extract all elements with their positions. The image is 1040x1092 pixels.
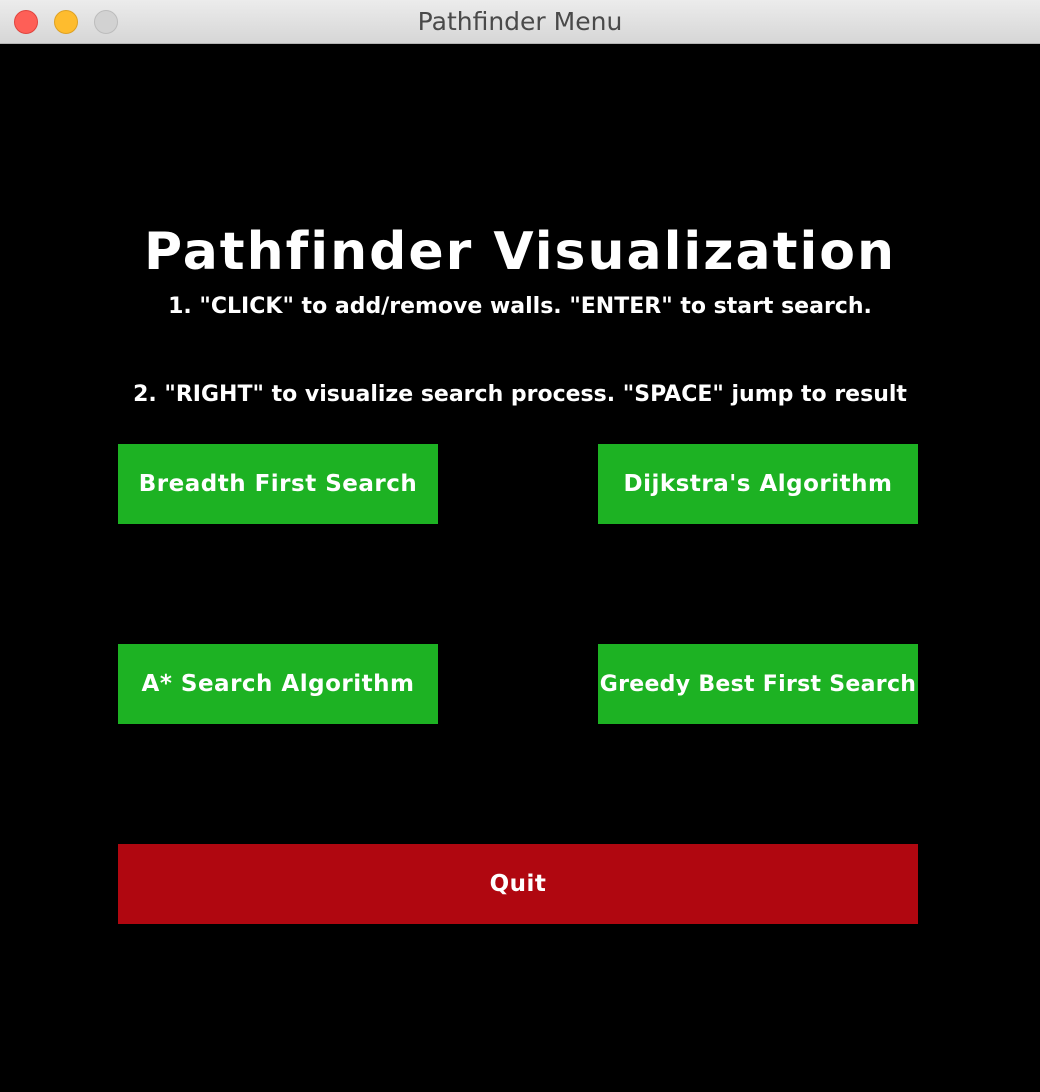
greedy-best-first-search-button[interactable]: Greedy Best First Search (598, 644, 918, 724)
dijkstra-algorithm-button[interactable]: Dijkstra's Algorithm (598, 444, 918, 524)
breadth-first-search-button[interactable]: Breadth First Search (118, 444, 438, 524)
page-title: Pathfinder Visualization (143, 222, 897, 282)
title-bar[interactable]: Pathfinder Menu (0, 0, 1040, 44)
a-star-search-button[interactable]: A* Search Algorithm (118, 644, 438, 724)
menu-canvas: Pathfinder Visualization 1. "CLICK" to a… (0, 44, 1040, 1092)
instruction-line-1: 1. "CLICK" to add/remove walls. "ENTER" … (168, 294, 872, 319)
window-title: Pathfinder Menu (417, 7, 623, 36)
quit-button[interactable]: Quit (118, 844, 918, 924)
instruction-line-2: 2. "RIGHT" to visualize search process. … (133, 382, 907, 407)
app-window: Pathfinder Menu Pathfinder Visualization… (0, 0, 1040, 1092)
